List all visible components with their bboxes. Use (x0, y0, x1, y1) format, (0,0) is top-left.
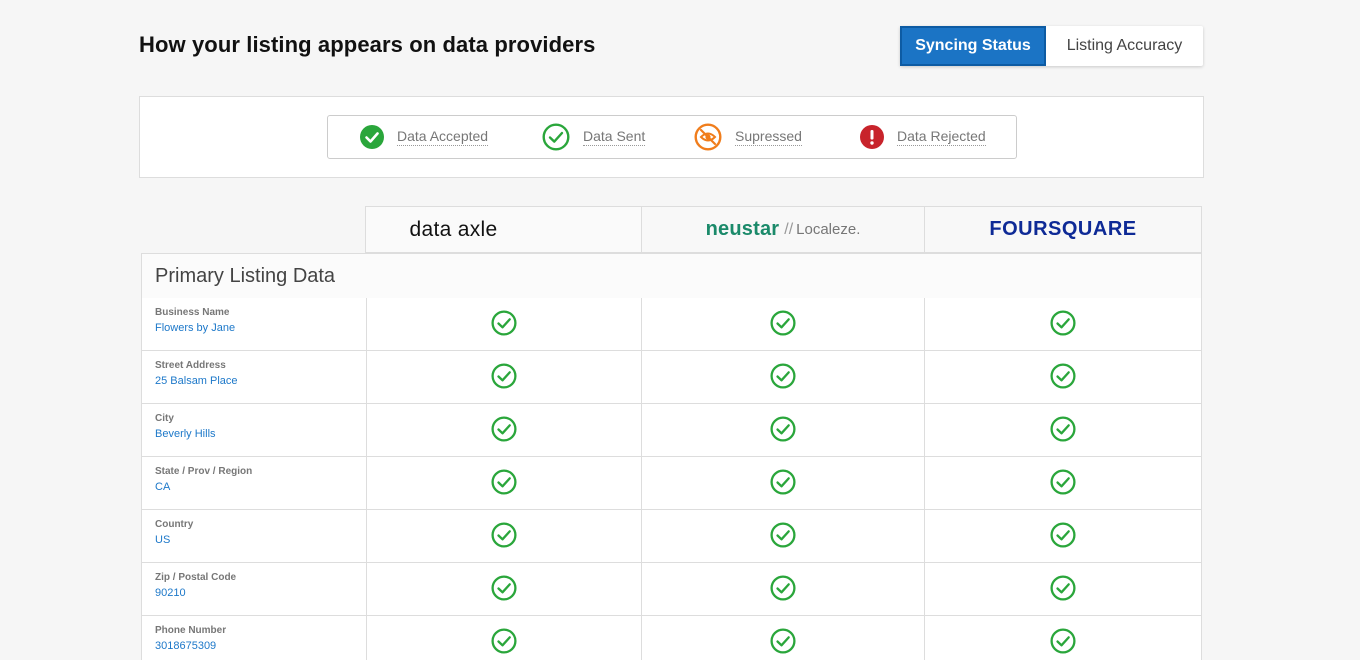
status-cell (366, 404, 642, 456)
legend-label: Data Sent (583, 128, 646, 146)
check-filled-icon (360, 125, 384, 149)
legend-item-data-rejected[interactable]: Data Rejected (860, 116, 986, 158)
status-cell (924, 404, 1202, 456)
legend-label: Supressed (735, 128, 802, 146)
field-label: Street Address (155, 360, 226, 371)
status-cell (366, 457, 642, 509)
listing-data-table: Business Name Flowers by Jane Street Addre… (141, 298, 1202, 660)
field-cell: City Beverly Hills (142, 404, 367, 456)
check-outline-icon[interactable] (1050, 627, 1076, 654)
exclamation-icon (860, 125, 884, 149)
field-value: 90210 (155, 587, 186, 599)
status-legend: Data Accepted Data Sent Supressed Data R… (327, 115, 1017, 159)
table-row: Street Address 25 Balsam Place (141, 351, 1202, 404)
check-outline-icon[interactable] (769, 521, 796, 548)
table-row: City Beverly Hills (141, 404, 1202, 457)
field-label: City (155, 413, 174, 424)
legend-panel: Data Accepted Data Sent Supressed Data R… (139, 96, 1204, 178)
status-cell (924, 616, 1202, 660)
check-outline-icon[interactable] (769, 574, 796, 601)
field-label: Zip / Postal Code (155, 572, 237, 583)
status-cell (366, 298, 642, 350)
check-outline-icon[interactable] (1050, 521, 1076, 548)
legend-item-supressed[interactable]: Supressed (694, 116, 802, 158)
legend-item-data-sent[interactable]: Data Sent (542, 116, 646, 158)
field-value: US (155, 534, 171, 546)
check-outline-icon[interactable] (1050, 415, 1076, 442)
status-cell (366, 510, 642, 562)
check-outline-icon[interactable] (769, 468, 796, 495)
check-outline-icon[interactable] (490, 362, 517, 389)
status-cell (641, 510, 925, 562)
field-label: Business Name (155, 307, 230, 318)
check-outline-icon[interactable] (769, 309, 796, 336)
provider-header-foursquare: FOURSQUARE (924, 206, 1202, 253)
field-value: CA (155, 481, 171, 493)
check-outline-icon[interactable] (490, 627, 517, 654)
tab-listing-accuracy[interactable]: Listing Accuracy (1046, 26, 1203, 66)
field-cell: Phone Number 3018675309 (142, 616, 367, 660)
field-label: State / Prov / Region (155, 466, 253, 477)
status-cell (641, 351, 925, 403)
localeze-logo: Localeze. (796, 221, 861, 238)
foursquare-logo: FOURSQUARE (989, 218, 1137, 240)
tab-syncing-status[interactable]: Syncing Status (900, 26, 1046, 66)
data-axle-logo: data axle (409, 217, 498, 241)
status-cell (641, 563, 925, 615)
field-cell: State / Prov / Region CA (142, 457, 367, 509)
check-outline-icon (542, 123, 570, 151)
check-outline-icon[interactable] (769, 362, 796, 389)
table-row: Business Name Flowers by Jane (141, 298, 1202, 351)
status-cell (366, 351, 642, 403)
status-cell (641, 616, 925, 660)
section-title: Primary Listing Data (141, 253, 1202, 299)
status-cell (924, 510, 1202, 562)
check-outline-icon[interactable] (490, 468, 517, 495)
table-row: Zip / Postal Code 90210 (141, 563, 1202, 616)
page-title: How your listing appears on data provide… (139, 32, 596, 57)
legend-label: Data Rejected (897, 128, 986, 146)
table-row: Country US (141, 510, 1202, 563)
table-row: Phone Number 3018675309 (141, 616, 1202, 660)
check-outline-icon[interactable] (769, 415, 796, 442)
field-label: Country (155, 519, 194, 530)
field-value: 3018675309 (155, 640, 217, 652)
check-outline-icon[interactable] (490, 574, 517, 601)
status-cell (924, 563, 1202, 615)
check-outline-icon[interactable] (1050, 468, 1076, 495)
field-value: 25 Balsam Place (155, 375, 238, 387)
eye-slash-icon (694, 123, 722, 151)
status-cell (366, 616, 642, 660)
logo-separator: // (784, 220, 794, 238)
field-cell: Country US (142, 510, 367, 562)
page: How your listing appears on data provide… (0, 0, 1360, 660)
status-cell (924, 457, 1202, 509)
status-cell (641, 404, 925, 456)
field-cell: Business Name Flowers by Jane (142, 298, 367, 350)
check-outline-icon[interactable] (1050, 309, 1076, 336)
status-cell (366, 563, 642, 615)
legend-label: Data Accepted (397, 128, 489, 146)
status-cell (924, 298, 1202, 350)
legend-item-data-accepted[interactable]: Data Accepted (360, 116, 489, 158)
check-outline-icon[interactable] (769, 627, 796, 654)
check-outline-icon[interactable] (1050, 574, 1076, 601)
neustar-logo: neustar (705, 218, 780, 240)
status-cell (641, 298, 925, 350)
field-label: Phone Number (155, 625, 227, 636)
field-value: Beverly Hills (155, 428, 216, 440)
check-outline-icon[interactable] (1050, 362, 1076, 389)
provider-header-data-axle: data axle (365, 206, 642, 253)
view-toggle: Syncing Status Listing Accuracy (900, 26, 1203, 66)
table-row: State / Prov / Region CA (141, 457, 1202, 510)
check-outline-icon[interactable] (490, 415, 517, 442)
field-cell: Zip / Postal Code 90210 (142, 563, 367, 615)
field-cell: Street Address 25 Balsam Place (142, 351, 367, 403)
provider-header-neustar: neustar // Localeze. (641, 206, 925, 253)
field-value: Flowers by Jane (155, 322, 236, 334)
check-outline-icon[interactable] (490, 521, 517, 548)
status-cell (924, 351, 1202, 403)
check-outline-icon[interactable] (490, 309, 517, 336)
status-cell (641, 457, 925, 509)
